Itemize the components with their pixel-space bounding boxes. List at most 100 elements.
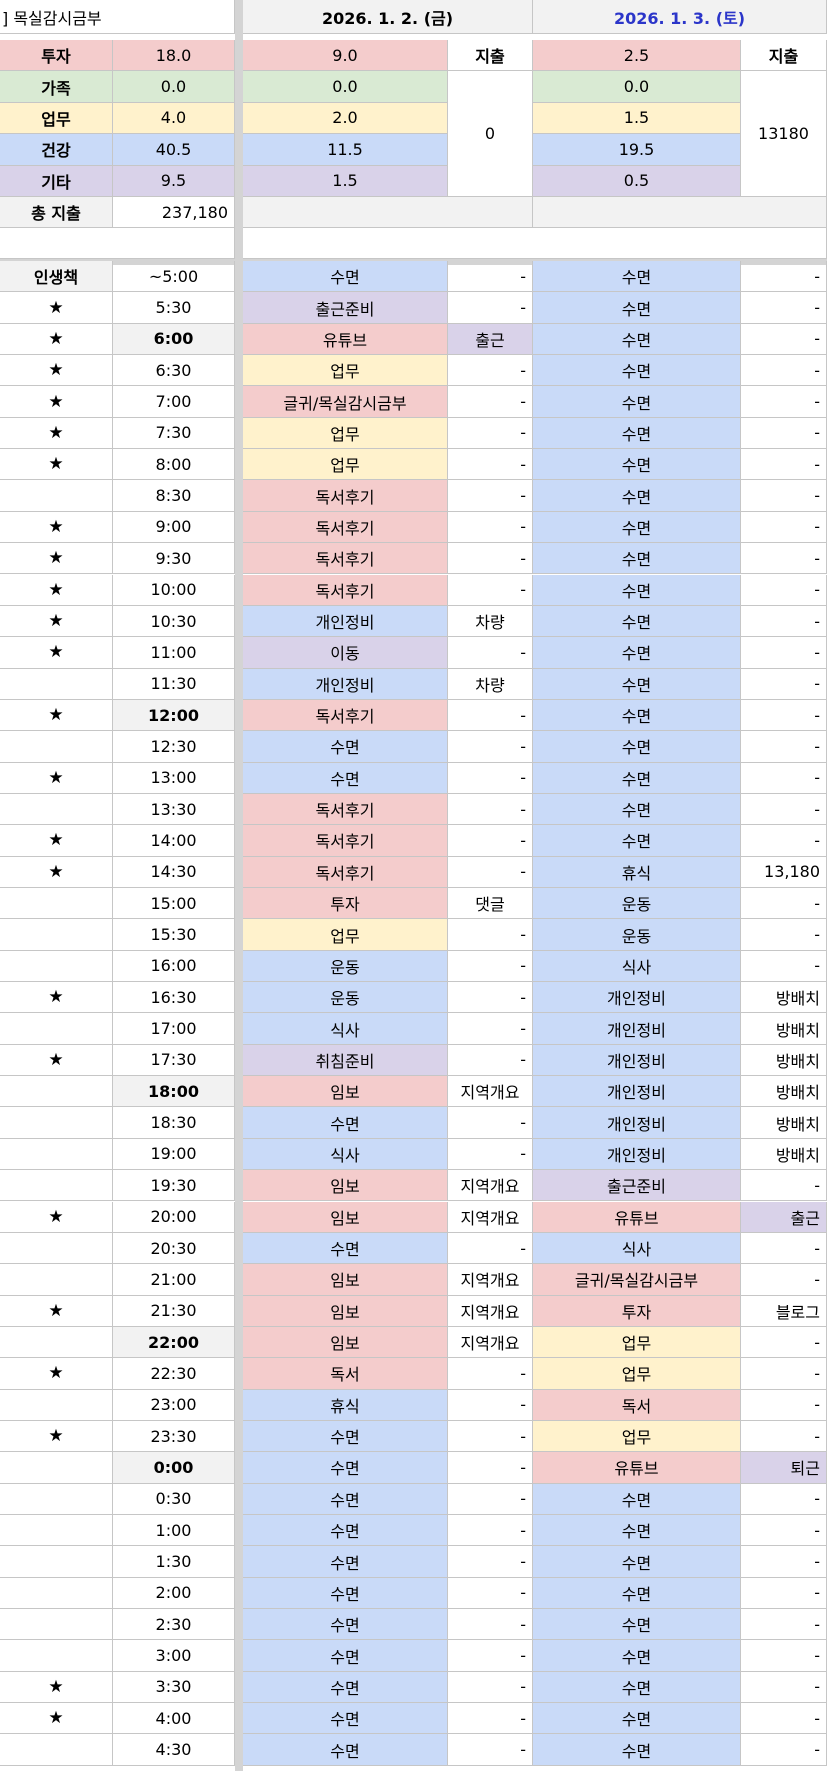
day2-activity[interactable]: 수면 (533, 668, 741, 700)
total-expense-label[interactable]: 총 지출 (0, 197, 113, 229)
star-mark[interactable] (0, 1076, 113, 1108)
day2-note[interactable]: 방배치 (741, 1044, 827, 1077)
day2-activity[interactable]: 수면 (533, 511, 741, 544)
star-mark[interactable]: ★ (0, 982, 113, 1014)
summary-day1-value[interactable]: 2.0 (243, 102, 448, 135)
star-mark[interactable] (0, 1609, 113, 1641)
day2-activity[interactable]: 유튜브 (533, 1201, 741, 1233)
time-cell[interactable]: 1:30 (113, 1546, 235, 1578)
day1-note[interactable]: - (448, 417, 533, 450)
day1-note[interactable]: 차량 (448, 668, 533, 700)
day1-activity[interactable]: 업무 (243, 919, 448, 951)
day1-activity[interactable]: 임보 (243, 1295, 448, 1327)
star-mark[interactable]: ★ (0, 637, 113, 669)
time-cell[interactable]: 16:30 (113, 982, 235, 1014)
summary-total[interactable]: 18.0 (113, 40, 235, 72)
star-mark[interactable] (0, 1734, 113, 1766)
day1-activity[interactable]: 수면 (243, 1734, 448, 1766)
day1-note[interactable]: - (448, 1044, 533, 1077)
spacer-cell[interactable] (243, 228, 827, 260)
star-mark[interactable]: ★ (0, 511, 113, 544)
day2-activity[interactable]: 수면 (533, 386, 741, 418)
day1-activity[interactable]: 개인정비 (243, 668, 448, 700)
day1-activity[interactable]: 수면 (243, 1420, 448, 1453)
day2-note[interactable]: - (741, 1515, 827, 1547)
day2-note[interactable]: - (741, 1577, 827, 1610)
day2-activity[interactable]: 수면 (533, 1671, 741, 1704)
day2-note[interactable]: - (741, 1609, 827, 1641)
time-cell[interactable]: 7:00 (113, 386, 235, 418)
day2-note[interactable]: 방배치 (741, 982, 827, 1014)
day2-activity[interactable]: 수면 (533, 762, 741, 794)
day1-note[interactable]: - (448, 1358, 533, 1390)
time-cell[interactable]: 6:30 (113, 355, 235, 387)
day2-note[interactable]: - (741, 605, 827, 638)
day1-activity[interactable]: 임보 (243, 1076, 448, 1108)
time-cell[interactable]: 21:30 (113, 1295, 235, 1327)
summary-day1-value[interactable]: 1.5 (243, 165, 448, 197)
time-cell[interactable]: 16:00 (113, 950, 235, 983)
day2-activity[interactable]: 개인정비 (533, 1044, 741, 1077)
time-cell[interactable]: 2:30 (113, 1609, 235, 1641)
time-cell[interactable]: 11:30 (113, 668, 235, 700)
day2-activity[interactable]: 독서 (533, 1389, 741, 1421)
star-mark[interactable] (0, 1546, 113, 1578)
day1-note[interactable]: - (448, 543, 533, 575)
day2-activity[interactable]: 글귀/목실감시금부 (533, 1264, 741, 1296)
day1-note[interactable]: - (448, 1389, 533, 1421)
time-cell[interactable]: 23:00 (113, 1389, 235, 1421)
day1-note[interactable]: - (448, 1609, 533, 1641)
day2-note[interactable]: - (741, 1640, 827, 1672)
time-cell[interactable]: 17:00 (113, 1013, 235, 1045)
day1-activity[interactable]: 임보 (243, 1326, 448, 1359)
day2-note[interactable]: 13,180 (741, 856, 827, 888)
summary-total[interactable]: 9.5 (113, 165, 235, 197)
day2-activity[interactable]: 업무 (533, 1358, 741, 1390)
summary-day1-value[interactable]: 9.0 (243, 40, 448, 72)
time-cell[interactable]: 20:00 (113, 1201, 235, 1233)
date-header-day1[interactable]: 2026. 1. 2. (금) (243, 0, 533, 34)
time-cell[interactable]: 15:30 (113, 919, 235, 951)
day1-note[interactable]: - (448, 856, 533, 888)
time-cell[interactable]: 6:00 (113, 323, 235, 356)
star-mark[interactable] (0, 1232, 113, 1265)
star-mark[interactable] (0, 919, 113, 951)
day2-activity[interactable]: 개인정비 (533, 982, 741, 1014)
day1-activity[interactable]: 휴식 (243, 1389, 448, 1421)
schedule-header[interactable]: 인생책 (0, 261, 113, 293)
day2-note[interactable]: - (741, 1170, 827, 1202)
day2-activity[interactable]: 수면 (533, 825, 741, 857)
summary-label[interactable]: 투자 (0, 40, 113, 72)
time-cell[interactable]: 19:30 (113, 1170, 235, 1202)
star-mark[interactable] (0, 1515, 113, 1547)
day1-note[interactable]: - (448, 825, 533, 857)
time-cell[interactable]: 9:00 (113, 511, 235, 544)
day2-activity[interactable]: 수면 (533, 1640, 741, 1672)
day1-note[interactable]: - (448, 355, 533, 387)
day1-note[interactable]: - (448, 511, 533, 544)
total-expense-day1-empty[interactable] (243, 197, 533, 229)
time-cell[interactable]: 2:00 (113, 1577, 235, 1610)
summary-day2-value[interactable]: 2.5 (533, 40, 741, 72)
star-mark[interactable] (0, 1107, 113, 1139)
day1-note[interactable]: - (448, 1671, 533, 1704)
day2-note[interactable]: - (741, 261, 827, 293)
time-cell[interactable]: 18:00 (113, 1076, 235, 1108)
day1-note[interactable]: - (448, 699, 533, 732)
day1-activity[interactable]: 수면 (243, 1671, 448, 1704)
day2-note[interactable]: 출근 (741, 1201, 827, 1233)
day2-activity[interactable]: 수면 (533, 449, 741, 481)
expense-value-day2[interactable]: 13180 (741, 71, 827, 197)
day1-note[interactable]: - (448, 731, 533, 763)
day2-note[interactable]: 방배치 (741, 1076, 827, 1108)
time-cell[interactable]: 23:30 (113, 1420, 235, 1453)
day2-note[interactable]: - (741, 1389, 827, 1421)
summary-total[interactable]: 40.5 (113, 134, 235, 166)
day1-activity[interactable]: 출근준비 (243, 292, 448, 324)
day2-note[interactable]: - (741, 1734, 827, 1766)
day1-note[interactable]: - (448, 793, 533, 826)
expense-header-day1[interactable]: 지출 (448, 40, 533, 72)
day1-note[interactable]: - (448, 386, 533, 418)
time-cell[interactable]: 5:30 (113, 292, 235, 324)
day1-activity[interactable]: 독서후기 (243, 480, 448, 512)
